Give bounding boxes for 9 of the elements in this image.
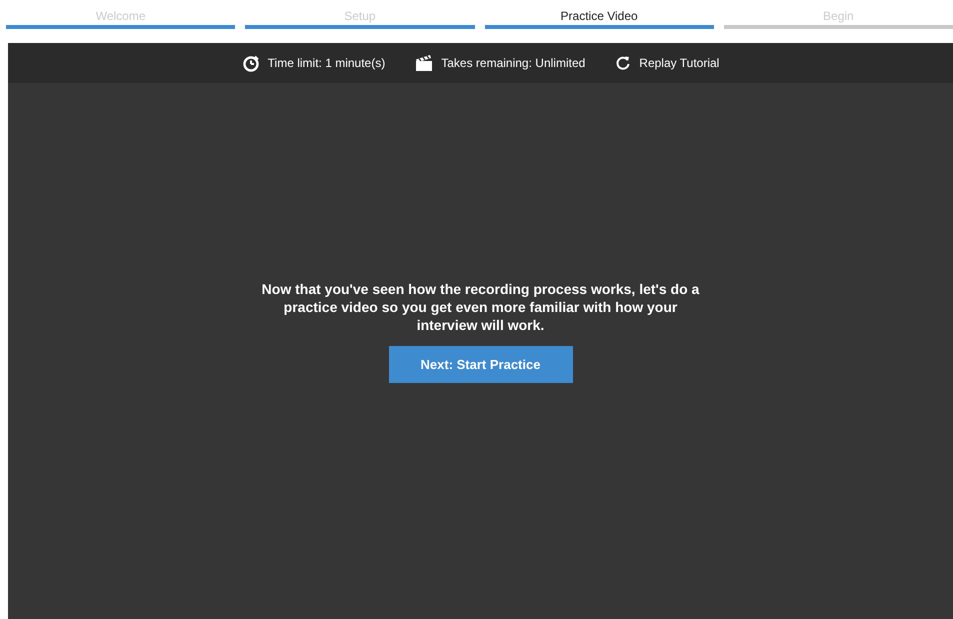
clapperboard-icon	[415, 54, 434, 72]
replay-tutorial-link[interactable]: Replay Tutorial	[639, 56, 720, 70]
instruction-text: Now that you've seen how the recording process works, let's do a practice video so you get even more familiar with how your interview will work.	[260, 280, 700, 334]
stopwatch-icon	[242, 54, 260, 72]
info-text: Time limit: 1 minute(s)	[268, 56, 386, 70]
refresh-icon[interactable]	[615, 55, 632, 71]
info-text: Takes remaining: Unlimited	[441, 56, 586, 70]
start-practice-button[interactable]: Next: Start Practice	[388, 346, 572, 382]
step-label: Practice Video	[560, 9, 638, 23]
